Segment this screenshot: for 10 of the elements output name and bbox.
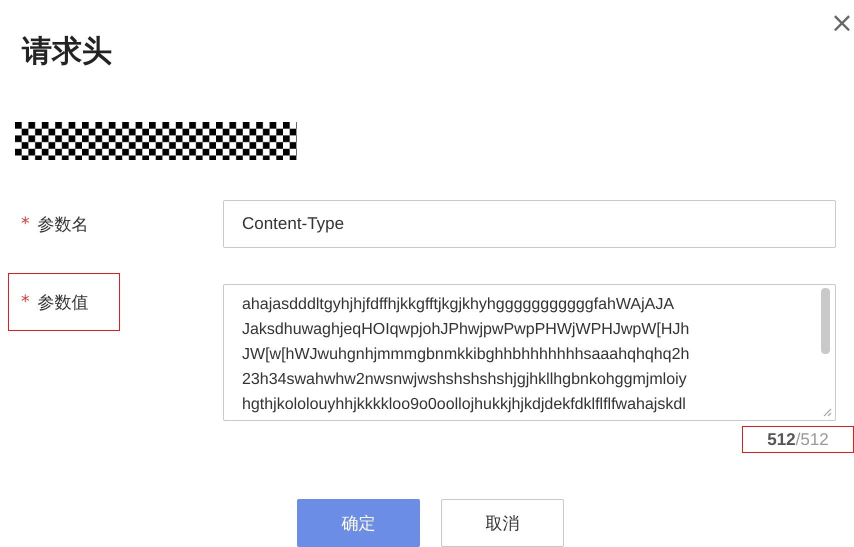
dialog-title: 请求头 — [22, 33, 112, 71]
scrollbar-thumb[interactable] — [821, 288, 830, 354]
resize-grip-icon[interactable] — [822, 407, 832, 417]
close-button[interactable]: × — [830, 8, 854, 38]
field-label: * 参数值 — [8, 273, 120, 331]
field-label: * 参数名 — [20, 213, 90, 236]
character-counter: 512/512 — [742, 426, 854, 453]
input-field[interactable]: Content-Type — [223, 200, 836, 248]
textarea-field[interactable]: ahajasdddltgyhjhjfdffhjkkgfftjkgjkhyhgggggggggggfahWAjAJA JaksdhuwaghjeqHOIqwpjohJPhwjpwPwpPHWjWPHJwpW[HJh JW[w[hWJwuhgnhjmmmgbnmkkibghhbhhhhhhhsaaahqhqhq2h 23h34swahwhw2nwsnwjwshshshshshjgjhkllhgbnkohggmjmloiy hgthjkololouyhhjkkkkloo9o0oollojhukkjhjkdjdekfdklflflfwahajskdl — [223, 284, 836, 421]
cancel-button[interactable]: 取消 — [441, 499, 564, 547]
